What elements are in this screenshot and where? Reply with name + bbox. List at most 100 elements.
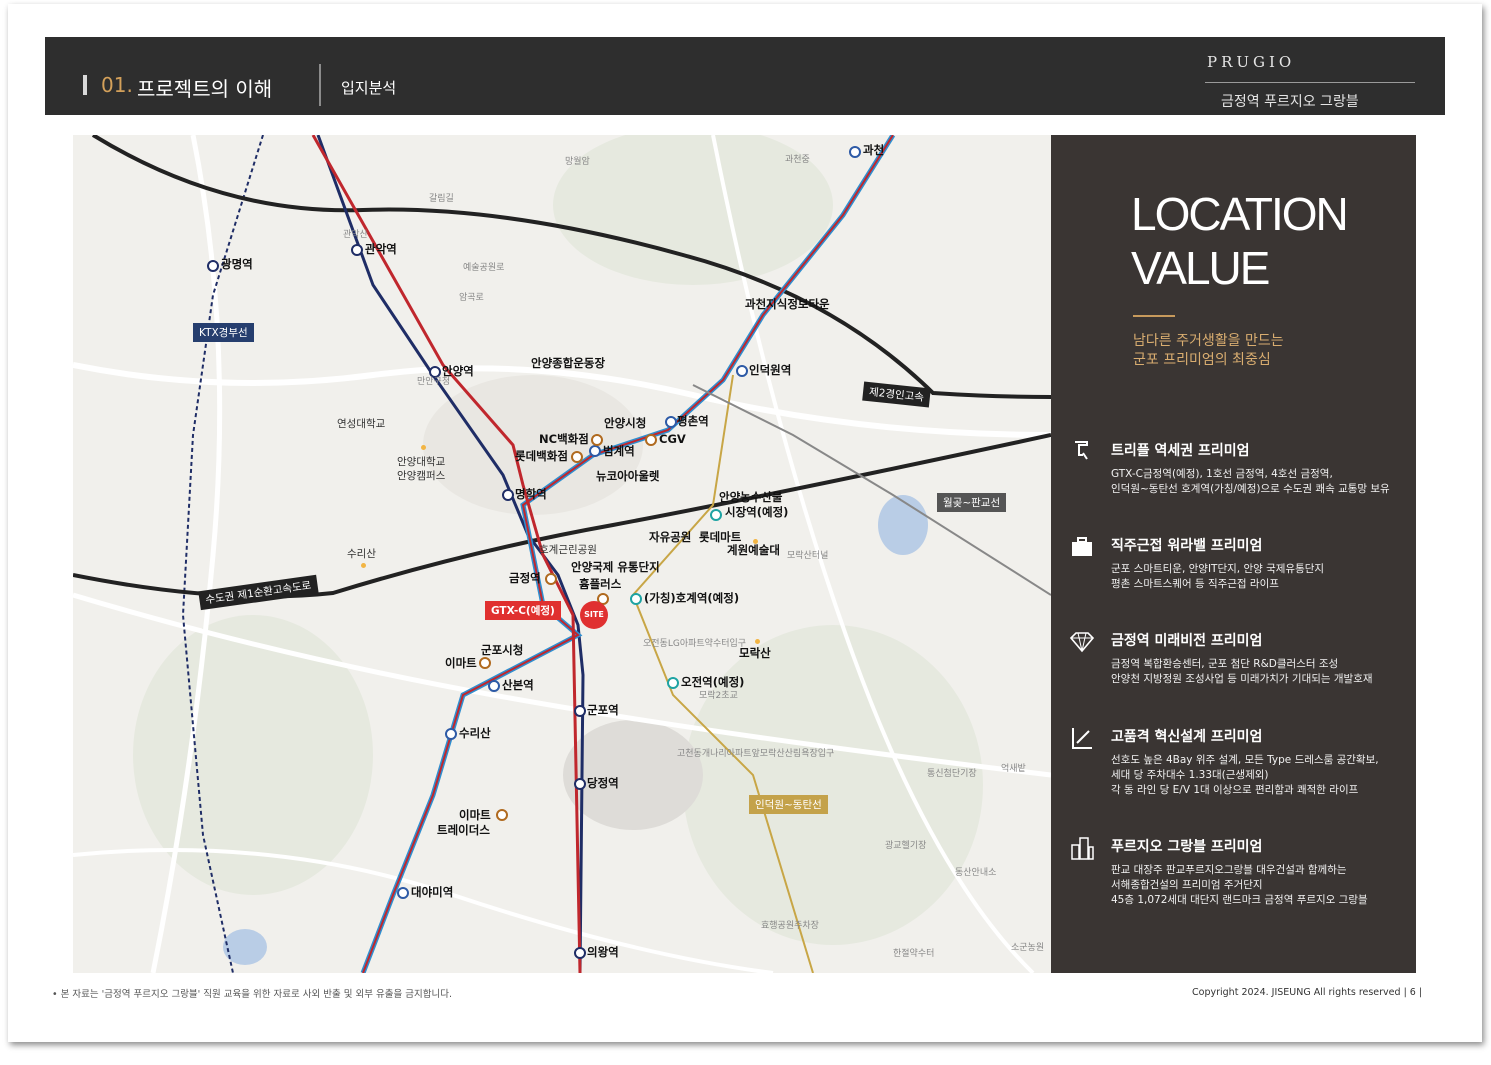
- poi-marker: [479, 657, 491, 669]
- place-label: NC백화점: [539, 432, 589, 446]
- station-label: 과천지식정보타운: [745, 297, 830, 311]
- amenity-dot: [361, 563, 366, 568]
- faint-map-label: 과천중: [785, 155, 810, 165]
- poi-marker: [496, 809, 508, 821]
- station-marker: [574, 947, 586, 959]
- faint-map-label: 억새밭: [1001, 764, 1026, 774]
- station-label: 의왕역: [587, 945, 619, 959]
- amenity-dot: [753, 539, 758, 544]
- station-marker: [351, 244, 363, 256]
- station-marker: [445, 728, 457, 740]
- poi-marker: [591, 434, 603, 446]
- station-label: 과천: [863, 143, 885, 157]
- drafting-icon: [1072, 728, 1092, 749]
- ktx-line-tag: KTX경부선: [193, 323, 254, 342]
- amenity-dot: [421, 445, 426, 450]
- place-label: 이마트: [445, 656, 477, 670]
- station-marker: [665, 416, 677, 428]
- station-label: 대야미역: [411, 885, 454, 899]
- place-label: 안양캠퍼스: [397, 470, 446, 482]
- panel-title-line2: VALUE: [1131, 242, 1270, 294]
- desc-line: 각 동 라인 당 E/V 1대 이상으로 편리함과 쾌적한 라이프: [1111, 784, 1359, 796]
- terrain-area: [683, 625, 983, 945]
- station-label: 범계역: [603, 444, 635, 458]
- place-label: 호계근린공원: [539, 544, 597, 556]
- station-label: 인덕원역: [749, 363, 792, 377]
- station-marker: [630, 593, 642, 605]
- faint-map-label: 예술공원로: [463, 263, 505, 273]
- brand-logo: PRUGIO: [1207, 53, 1296, 71]
- lake: [223, 929, 267, 965]
- item-heading: 직주근접 워라밸 프리미엄: [1111, 538, 1263, 554]
- item-heading: 금정역 미래비전 프리미엄: [1111, 633, 1263, 649]
- station-label: 산본역: [502, 678, 534, 692]
- place-label: 수리산: [347, 548, 376, 560]
- station-label: 시장역(예정): [725, 505, 789, 519]
- site-marker: SITE: [580, 601, 608, 629]
- station-label: 수리산: [459, 726, 491, 740]
- place-label: 트레이더스: [437, 823, 490, 837]
- place-label: 안양대학교: [397, 456, 446, 468]
- station-label: 금정역: [509, 571, 541, 585]
- desc-line: 서해종합건설의 프리미엄 주거단지: [1111, 879, 1263, 891]
- place-label: 안양종합운동장: [531, 356, 606, 370]
- lake: [878, 495, 928, 555]
- desc-line: 선호도 높은 4Bay 위주 설계, 모든 Type 드레스룸 공간확보,: [1111, 754, 1379, 766]
- building-icon: [1071, 837, 1094, 860]
- panel-rule: [1133, 315, 1175, 317]
- faint-map-label: 암곡로: [459, 293, 484, 303]
- place-label: 롯데마트: [699, 530, 742, 544]
- section-number: 01.: [101, 73, 133, 97]
- place-label: 자유공원: [649, 530, 692, 544]
- place-label: 군포시청: [481, 643, 524, 657]
- faint-map-label: 효행공원주차장: [761, 921, 819, 931]
- desc-line: 45층 1,072세대 대단지 랜드마크 금정역 푸르지오 그랑블: [1111, 894, 1368, 906]
- tagline-line1: 남다른 주거생활을 만드는: [1133, 333, 1284, 349]
- briefcase-icon: [1072, 537, 1092, 556]
- faint-map-label: 오전동LG아파트약수터입구: [643, 639, 747, 649]
- station-label: 평촌역: [677, 414, 709, 428]
- place-label: 연성대학교: [337, 418, 386, 430]
- item-heading: 푸르지오 그랑블 프리미엄: [1111, 839, 1263, 855]
- faint-map-label: 동산안내소: [955, 868, 997, 878]
- station-marker: [589, 445, 601, 457]
- brand-subtitle: 금정역 푸르지오 그랑블: [1221, 94, 1359, 110]
- panel-title: LOCATION VALUE: [1131, 187, 1349, 295]
- faint-map-label: 망월암: [565, 157, 590, 167]
- faint-map-label: 만안구청: [417, 377, 451, 387]
- faint-map-label: 소군농원: [1011, 943, 1045, 953]
- footer-note: • 본 자료는 '금정역 푸르지오 그랑블' 직원 교육을 위한 자료로 사외 …: [52, 989, 453, 1000]
- gtxc-tag: GTX-C(예정): [485, 601, 561, 620]
- station-marker: [207, 260, 219, 272]
- desc-line: 판교 대장주 판교푸르지오그랑블 대우건설과 함께하는: [1111, 864, 1347, 876]
- amenity-dot: [755, 639, 760, 644]
- urban-area: [563, 720, 703, 830]
- station-label: 관악역: [365, 242, 397, 256]
- item-desc: 금정역 복합환승센터, 군포 첨단 R&D클러스터 조성 안양천 지방정원 조성사…: [1111, 657, 1373, 687]
- tagline-line2: 군포 프리미엄의 최중심: [1133, 352, 1271, 368]
- station-marker: [574, 778, 586, 790]
- page-header: 01. 프로젝트의 이해 입지분석 PRUGIO 금정역 푸르지오 그랑블: [45, 37, 1445, 115]
- wolgot-line-tag: 월곶~판교선: [937, 493, 1007, 512]
- faint-map-label: 관악산: [343, 230, 368, 240]
- desc-line: 세대 당 주차대수 1.33대(근생제외): [1111, 769, 1269, 781]
- location-value-panel: LOCATION VALUE 남다른 주거생활을 만드는 군포 프리미엄의 최중…: [1051, 135, 1416, 973]
- station-label: 명학역: [515, 487, 547, 501]
- faint-map-label: 갈림길: [429, 194, 454, 204]
- diamond-icon: [1069, 632, 1095, 653]
- station-marker: [710, 509, 722, 521]
- station-marker: [397, 887, 409, 899]
- faint-map-label: 광교헬기장: [885, 841, 927, 851]
- station-marker: [667, 677, 679, 689]
- panel-title-line1: LOCATION: [1131, 188, 1349, 240]
- station-label: 광명역: [221, 257, 253, 271]
- item-heading: 고품격 혁신설계 프리미엄: [1111, 729, 1263, 745]
- place-label: 롯데백화점: [515, 449, 568, 463]
- indeogwon-line-tag: 인덕원~동탄선: [749, 795, 828, 814]
- station-label: 오전역(예정): [681, 675, 745, 689]
- place-label: 안양국제 유통단지: [571, 560, 660, 574]
- place-label: CGV: [659, 432, 686, 446]
- station-label: 안양시청: [604, 416, 647, 430]
- station-label: (가칭)호계역(예정): [644, 591, 740, 605]
- desc-line: 인덕원~동탄선 호계역(가칭/예정)으로 수도권 쾌속 교통망 보유: [1111, 483, 1390, 495]
